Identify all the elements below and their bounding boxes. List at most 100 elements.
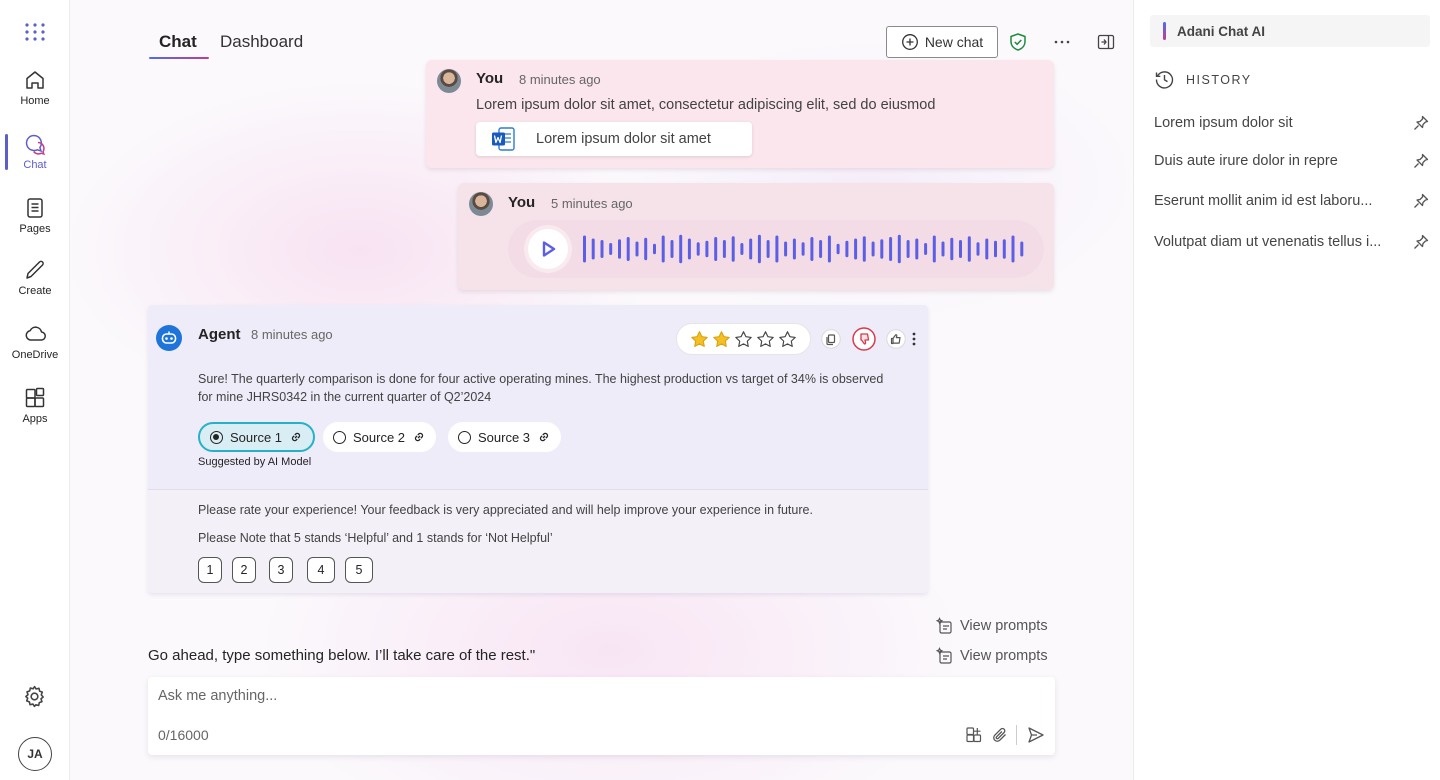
user-avatar-image (437, 69, 461, 93)
waveform-bar (591, 238, 595, 260)
rail-item-onedrive[interactable]: OneDrive (0, 322, 70, 378)
star-empty-icon[interactable] (756, 330, 775, 349)
history-item[interactable]: Lorem ipsum dolor sit (1154, 111, 1430, 135)
waveform-bar (722, 240, 726, 258)
word-attachment-chip[interactable]: Lorem ipsum dolor sit amet (476, 122, 752, 156)
history-item-label: Volutpat diam ut venenatis tellus i... (1154, 234, 1382, 250)
waveform-bar (705, 240, 709, 258)
waveform-bar (687, 238, 691, 260)
waveform-bar (924, 243, 928, 255)
waveform-bar (932, 235, 936, 263)
waveform-bar (862, 236, 866, 262)
shield-check-icon[interactable] (1008, 32, 1028, 52)
agent-bot-icon (156, 325, 182, 351)
rail-item-label: Pages (19, 223, 51, 235)
waveform-bar (618, 239, 621, 259)
rating-button-1[interactable]: 1 (198, 557, 222, 583)
thumbs-down-icon[interactable] (852, 327, 876, 351)
panel-title: Adani Chat AI (1150, 15, 1430, 47)
new-chat-label: New chat (924, 34, 984, 50)
waveform-bar (644, 237, 648, 261)
star-filled-icon[interactable] (690, 330, 709, 349)
rating-button-3[interactable]: 3 (269, 557, 293, 583)
attach-paperclip-icon[interactable] (990, 725, 1010, 745)
waveform-bar (731, 236, 735, 262)
play-button[interactable] (528, 229, 568, 269)
source-1-option[interactable]: Source 1 (198, 422, 316, 452)
thumbs-up-icon[interactable] (886, 329, 906, 349)
rail-item-create[interactable]: Create (0, 258, 70, 314)
view-prompts-link[interactable]: View prompts (936, 647, 1048, 665)
pin-icon[interactable] (1412, 152, 1430, 170)
source-2-option[interactable]: Source 2 (323, 422, 437, 452)
user-avatar-image (469, 192, 493, 216)
waveform-bar (836, 243, 840, 255)
prompts-sparkle-icon (936, 647, 952, 664)
pin-icon[interactable] (1412, 114, 1430, 132)
new-chat-button[interactable]: New chat (886, 26, 998, 58)
waveform-bar (950, 237, 954, 261)
history-item[interactable]: Volutpat diam ut venenatis tellus i... (1154, 230, 1430, 254)
radio-unselected-icon (333, 430, 346, 444)
ask-input[interactable] (158, 685, 1018, 707)
source-label: Source 2 (353, 429, 406, 445)
suggested-by-label: Suggested by AI Model (198, 456, 312, 468)
link-icon (414, 432, 424, 442)
feedback-section: Please rate your experience! Your feedba… (148, 489, 928, 593)
collapse-panel-icon[interactable] (1096, 32, 1116, 52)
waveform-bar (670, 240, 674, 258)
star-rating[interactable] (676, 323, 811, 355)
user-message-2: You 5 minutes ago (458, 183, 1054, 290)
plus-circle-icon (901, 34, 918, 50)
send-icon[interactable] (1026, 725, 1046, 745)
waveform-bar (959, 240, 962, 258)
history-item[interactable]: Duis aute irure dolor in repre (1154, 149, 1430, 173)
rail-item-home[interactable]: Home (0, 68, 70, 124)
view-prompts-link[interactable]: View prompts (936, 617, 1048, 635)
link-icon (539, 432, 549, 442)
rail-item-apps[interactable]: Apps (0, 386, 70, 442)
waveform-bar (714, 237, 718, 261)
star-empty-icon[interactable] (778, 330, 797, 349)
prompts-sparkle-icon (936, 617, 952, 634)
waveform-bar (1002, 239, 1006, 259)
message-text: Lorem ipsum dolor sit amet, consectetur … (476, 97, 936, 113)
history-item-label: Eserunt mollit anim id est laboru... (1154, 193, 1373, 209)
rail-item-pages[interactable]: Pages (0, 196, 70, 252)
char-counter: 0/16000 (158, 727, 209, 743)
source-3-option[interactable]: Source 3 (448, 422, 562, 452)
rail-item-label: Home (20, 95, 50, 107)
rating-button-4[interactable]: 4 (307, 557, 335, 583)
rail-item-label: Chat (23, 159, 47, 171)
waveform-bar (854, 238, 858, 260)
waveform-bar (906, 240, 910, 258)
tab-chat[interactable]: Chat (149, 32, 209, 59)
rail-item-chat[interactable]: Chat (0, 132, 70, 188)
waveform-bar (1011, 235, 1015, 263)
tab-dashboard[interactable]: Dashboard (220, 32, 303, 52)
waveform-bar (696, 242, 700, 256)
add-apps-icon[interactable] (964, 725, 984, 745)
pin-icon[interactable] (1412, 192, 1430, 210)
star-filled-icon[interactable] (712, 330, 731, 349)
message-time: 8 minutes ago (519, 72, 601, 87)
play-icon (542, 241, 556, 257)
attachment-name: Lorem ipsum dolor sit amet (536, 131, 711, 147)
history-heading: HISTORY (1154, 69, 1252, 90)
audio-waveform[interactable] (582, 234, 1028, 264)
pin-icon[interactable] (1412, 233, 1430, 251)
history-item[interactable]: Eserunt mollit anim id est laboru... (1154, 189, 1430, 213)
waveform-bar (653, 243, 656, 255)
rating-button-5[interactable]: 5 (345, 557, 373, 583)
settings-gear-icon[interactable] (22, 684, 47, 709)
waveform-bar (635, 241, 639, 257)
pages-icon (27, 198, 43, 218)
kebab-menu-icon[interactable] (908, 329, 920, 349)
left-rail: Home Chat Pages Create OneDrive Apps JA (0, 0, 70, 780)
rating-button-2[interactable]: 2 (232, 557, 256, 583)
copy-icon[interactable] (821, 329, 841, 349)
star-empty-icon[interactable] (734, 330, 753, 349)
user-avatar[interactable]: JA (18, 737, 52, 771)
app-launcher-icon[interactable] (24, 22, 46, 42)
more-options-icon[interactable] (1052, 32, 1072, 52)
